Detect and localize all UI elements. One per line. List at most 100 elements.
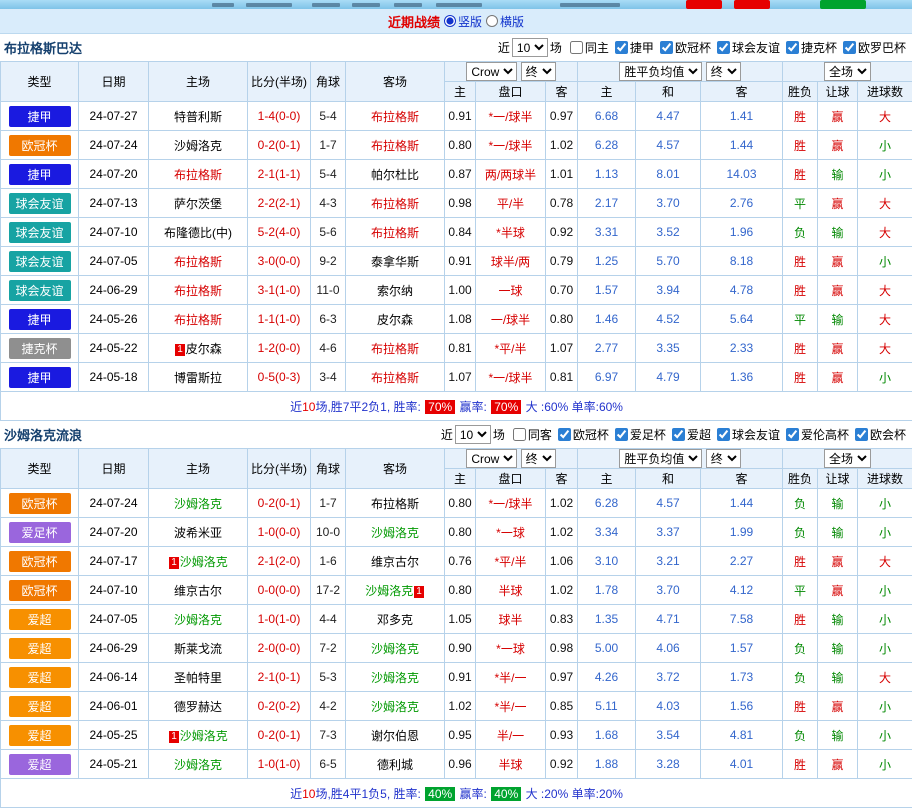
team-name[interactable]: 波希米亚 [174,526,222,540]
team-name[interactable]: 沙姆洛克 [174,139,222,153]
league-filter-2[interactable]: 爱足杯 [615,426,666,443]
team-name[interactable]: 沙姆洛克 [180,555,228,569]
league-badge[interactable]: 爱超 [9,754,71,775]
league-badge[interactable]: 欧冠杯 [9,580,71,601]
euro-odds-select[interactable]: 胜平负均值 [619,62,702,81]
vertical-radio[interactable] [444,15,456,27]
team-name[interactable]: 布拉格斯 [174,255,222,269]
team-name[interactable]: 维京古尔 [174,584,222,598]
league-badge[interactable]: 爱超 [9,667,71,688]
team-name[interactable]: 帕尔杜比 [371,168,419,182]
league-checkbox[interactable] [717,428,730,441]
score[interactable]: 3-0(0-0) [248,247,311,276]
team-name[interactable]: 萨尔茨堡 [174,197,222,211]
odds-company-select[interactable]: Crow [466,62,517,81]
team-name[interactable]: 沙姆洛克 [371,642,419,656]
score[interactable]: 0-0(0-0) [248,576,311,605]
team-name[interactable]: 沙姆洛克 [371,700,419,714]
team-name[interactable]: 沙姆洛克 [365,584,413,598]
score[interactable]: 5-2(4-0) [248,218,311,247]
score[interactable]: 2-2(2-1) [248,189,311,218]
score[interactable]: 3-1(1-0) [248,276,311,305]
league-checkbox[interactable] [843,41,856,54]
team-name[interactable]: 布拉格斯 [371,226,419,240]
odds-company-select[interactable]: Crow [466,449,517,468]
league-badge[interactable]: 球会友谊 [9,280,71,301]
score[interactable]: 0-2(0-2) [248,692,311,721]
team-name[interactable]: 邓多克 [377,613,413,627]
score[interactable]: 1-0(0-0) [248,518,311,547]
same-venue-filter[interactable]: 同主 [570,39,609,56]
euro-final-select[interactable]: 终 [706,62,741,81]
league-filter-4[interactable]: 捷克杯 [786,39,837,56]
score[interactable]: 2-0(0-0) [248,634,311,663]
fulltime-select[interactable]: 全场 [824,62,871,81]
league-badge[interactable]: 捷甲 [9,106,71,127]
league-badge[interactable]: 捷克杯 [9,338,71,359]
league-checkbox[interactable] [672,428,685,441]
euro-final-select[interactable]: 终 [706,449,741,468]
same-venue-checkbox[interactable] [570,41,583,54]
odds-final-select[interactable]: 终 [521,62,556,81]
score[interactable]: 1-2(0-0) [248,334,311,363]
score[interactable]: 1-0(1-0) [248,605,311,634]
league-badge[interactable]: 欧冠杯 [9,135,71,156]
league-filter-1[interactable]: 欧冠杯 [558,426,609,443]
league-checkbox[interactable] [786,428,799,441]
team-name[interactable]: 布拉格斯 [174,284,222,298]
league-filter-6[interactable]: 欧会杯 [855,426,906,443]
league-badge[interactable]: 球会友谊 [9,222,71,243]
toolbar-red-button[interactable] [734,0,770,9]
league-filter-1[interactable]: 捷甲 [615,39,654,56]
league-badge[interactable]: 欧冠杯 [9,493,71,514]
score[interactable]: 0-2(0-1) [248,489,311,518]
league-filter-2[interactable]: 欧冠杯 [660,39,711,56]
league-badge[interactable]: 捷甲 [9,309,71,330]
layout-radio-horizontal[interactable]: 横版 [486,13,524,30]
score[interactable]: 2-1(1-1) [248,160,311,189]
team-name[interactable]: 维京古尔 [371,555,419,569]
team-name[interactable]: 布拉格斯 [371,197,419,211]
score[interactable]: 1-1(1-0) [248,305,311,334]
team-name[interactable]: 皮尔森 [377,313,413,327]
league-filter-5[interactable]: 爱伦高杯 [786,426,849,443]
team-name[interactable]: 布拉格斯 [371,110,419,124]
league-filter-4[interactable]: 球会友谊 [717,426,780,443]
team-name[interactable]: 布拉格斯 [174,168,222,182]
score[interactable]: 1-0(1-0) [248,750,311,779]
same-venue-filter[interactable]: 同客 [513,426,552,443]
score[interactable]: 2-1(2-0) [248,547,311,576]
league-badge[interactable]: 捷甲 [9,367,71,388]
team-name[interactable]: 沙姆洛克 [180,729,228,743]
league-badge[interactable]: 欧冠杯 [9,551,71,572]
team-name[interactable]: 德罗赫达 [174,700,222,714]
score[interactable]: 1-4(0-0) [248,102,311,131]
team-name[interactable]: 沙姆洛克 [174,497,222,511]
team-name[interactable]: 沙姆洛克 [371,526,419,540]
team-name[interactable]: 布拉格斯 [371,342,419,356]
score[interactable]: 0-2(0-1) [248,721,311,750]
euro-odds-select[interactable]: 胜平负均值 [619,449,702,468]
team-name[interactable]: 布拉格斯 [371,497,419,511]
league-badge[interactable]: 球会友谊 [9,193,71,214]
league-checkbox[interactable] [660,41,673,54]
team-name[interactable]: 博雷斯拉 [174,371,222,385]
league-checkbox[interactable] [717,41,730,54]
near-count-select[interactable]: 10 [455,425,491,444]
same-venue-checkbox[interactable] [513,428,526,441]
team-name[interactable]: 斯莱戈流 [174,642,222,656]
league-filter-5[interactable]: 欧罗巴杯 [843,39,906,56]
team-name[interactable]: 沙姆洛克 [174,758,222,772]
toolbar-green-button[interactable] [820,0,866,9]
layout-radio-vertical[interactable]: 竖版 [444,13,482,30]
team-name[interactable]: 圣帕特里 [174,671,222,685]
team-name[interactable]: 索尔纳 [377,284,413,298]
league-filter-3[interactable]: 球会友谊 [717,39,780,56]
score[interactable]: 0-5(0-3) [248,363,311,392]
league-badge[interactable]: 爱超 [9,638,71,659]
league-filter-3[interactable]: 爱超 [672,426,711,443]
league-checkbox[interactable] [855,428,868,441]
score[interactable]: 2-1(0-1) [248,663,311,692]
league-badge[interactable]: 爱足杯 [9,522,71,543]
league-checkbox[interactable] [615,41,628,54]
